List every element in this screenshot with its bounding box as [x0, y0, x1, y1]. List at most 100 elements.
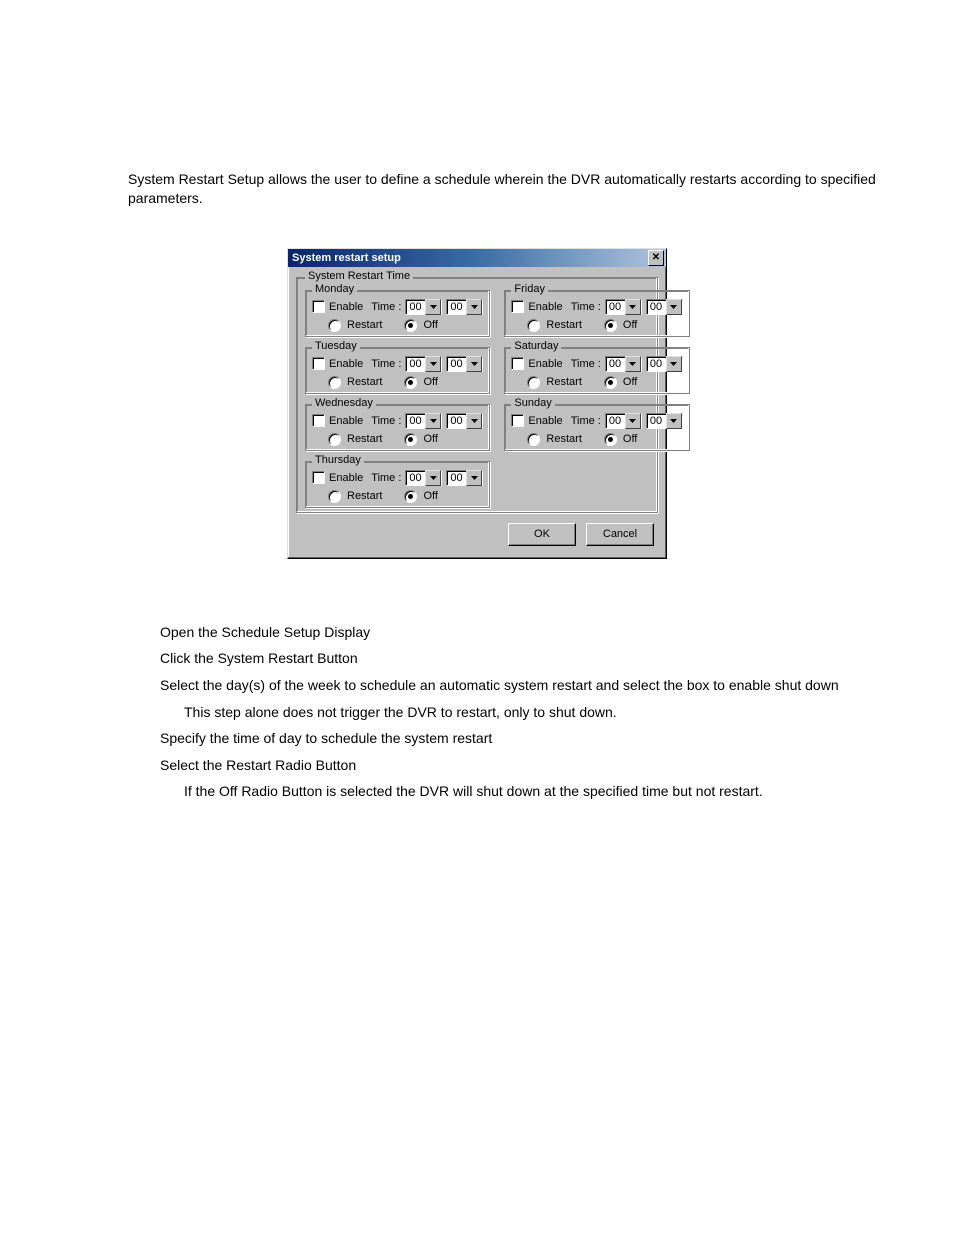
restart-label: Restart — [347, 433, 382, 445]
instruction-step: Open the Schedule Setup Display — [160, 619, 926, 646]
restart-label: Restart — [546, 433, 581, 445]
instruction-substep: This step alone does not trigger the DVR… — [160, 699, 926, 726]
day-legend: Friday — [511, 283, 548, 295]
chevron-down-icon — [425, 470, 441, 486]
restart-radio-wednesday[interactable] — [328, 433, 341, 446]
instruction-step: Click the System Restart Button — [160, 645, 926, 672]
hour-value: 00 — [609, 357, 623, 371]
off-radio-wednesday[interactable] — [404, 433, 417, 446]
hour-select-monday[interactable]: 00 — [405, 299, 442, 315]
day-legend: Thursday — [312, 454, 364, 466]
minute-select-tuesday[interactable]: 00 — [446, 356, 483, 372]
off-radio-thursday[interactable] — [404, 490, 417, 503]
restart-radio-sunday[interactable] — [527, 433, 540, 446]
ok-label: OK — [534, 528, 550, 540]
chevron-down-icon — [666, 413, 682, 429]
day-legend: Sunday — [511, 397, 554, 409]
enable-checkbox-monday[interactable] — [312, 300, 325, 313]
cancel-button[interactable]: Cancel — [586, 523, 654, 546]
hour-select-tuesday[interactable]: 00 — [405, 356, 442, 372]
enable-label: Enable — [528, 415, 562, 427]
minute-value: 00 — [650, 300, 664, 314]
chevron-down-icon — [425, 299, 441, 315]
enable-checkbox-sunday[interactable] — [511, 414, 524, 427]
minute-select-thursday[interactable]: 00 — [446, 470, 483, 486]
day-group-friday: Friday Enable Time : 00 00 — [504, 290, 689, 337]
off-label: Off — [423, 490, 437, 502]
hour-select-thursday[interactable]: 00 — [405, 470, 442, 486]
off-radio-monday[interactable] — [404, 319, 417, 332]
hour-value: 00 — [609, 300, 623, 314]
chevron-down-icon — [666, 356, 682, 372]
chevron-down-icon — [466, 299, 482, 315]
instruction-step: Specify the time of day to schedule the … — [160, 725, 926, 752]
restart-radio-monday[interactable] — [328, 319, 341, 332]
day-group-saturday: Saturday Enable Time : 00 00 — [504, 347, 689, 394]
chevron-down-icon — [625, 299, 641, 315]
restart-label: Restart — [347, 490, 382, 502]
minute-select-monday[interactable]: 00 — [446, 299, 483, 315]
time-label: Time : — [571, 415, 601, 427]
minute-select-saturday[interactable]: 00 — [646, 356, 683, 372]
time-label: Time : — [371, 472, 401, 484]
instruction-step: Select the Restart Radio Button — [160, 752, 926, 779]
minute-select-wednesday[interactable]: 00 — [446, 413, 483, 429]
chevron-down-icon — [466, 470, 482, 486]
enable-label: Enable — [528, 358, 562, 370]
titlebar: System restart setup ✕ — [288, 249, 666, 267]
off-label: Off — [423, 433, 437, 445]
chevron-down-icon — [666, 299, 682, 315]
instruction-step: Select the day(s) of the week to schedul… — [160, 672, 926, 699]
system-restart-dialog: System restart setup ✕ System Restart Ti… — [287, 248, 667, 559]
restart-radio-saturday[interactable] — [527, 376, 540, 389]
chevron-down-icon — [625, 356, 641, 372]
enable-checkbox-friday[interactable] — [511, 300, 524, 313]
restart-radio-tuesday[interactable] — [328, 376, 341, 389]
hour-value: 00 — [409, 414, 423, 428]
enable-checkbox-thursday[interactable] — [312, 471, 325, 484]
day-legend: Saturday — [511, 340, 561, 352]
off-radio-saturday[interactable] — [604, 376, 617, 389]
day-legend: Monday — [312, 283, 357, 295]
hour-select-wednesday[interactable]: 00 — [405, 413, 442, 429]
restart-time-group: System Restart Time Monday Enable Time :… — [296, 277, 658, 513]
off-label: Off — [623, 376, 637, 388]
time-label: Time : — [371, 415, 401, 427]
instructions-block: Open the Schedule Setup Display Click th… — [0, 619, 954, 805]
hour-value: 00 — [609, 414, 623, 428]
off-radio-friday[interactable] — [604, 319, 617, 332]
restart-radio-friday[interactable] — [527, 319, 540, 332]
chevron-down-icon — [466, 413, 482, 429]
hour-value: 00 — [409, 357, 423, 371]
hour-select-saturday[interactable]: 00 — [605, 356, 642, 372]
minute-value: 00 — [450, 471, 464, 485]
day-group-sunday: Sunday Enable Time : 00 00 — [504, 404, 689, 451]
ok-button[interactable]: OK — [508, 523, 576, 546]
minute-select-sunday[interactable]: 00 — [646, 413, 683, 429]
off-label: Off — [623, 433, 637, 445]
dialog-title: System restart setup — [292, 252, 401, 264]
enable-checkbox-tuesday[interactable] — [312, 357, 325, 370]
chevron-down-icon — [425, 413, 441, 429]
hour-select-sunday[interactable]: 00 — [605, 413, 642, 429]
restart-radio-thursday[interactable] — [328, 490, 341, 503]
off-label: Off — [423, 376, 437, 388]
restart-label: Restart — [347, 319, 382, 331]
off-radio-tuesday[interactable] — [404, 376, 417, 389]
minute-value: 00 — [650, 357, 664, 371]
time-label: Time : — [571, 358, 601, 370]
cancel-label: Cancel — [603, 528, 637, 540]
enable-label: Enable — [329, 301, 363, 313]
restart-label: Restart — [546, 376, 581, 388]
chevron-down-icon — [425, 356, 441, 372]
minute-select-friday[interactable]: 00 — [646, 299, 683, 315]
off-radio-sunday[interactable] — [604, 433, 617, 446]
day-group-monday: Monday Enable Time : 00 00 — [305, 290, 490, 337]
enable-checkbox-wednesday[interactable] — [312, 414, 325, 427]
group-legend: System Restart Time — [305, 270, 413, 282]
hour-select-friday[interactable]: 00 — [605, 299, 642, 315]
off-label: Off — [623, 319, 637, 331]
close-button[interactable]: ✕ — [648, 250, 664, 266]
restart-label: Restart — [347, 376, 382, 388]
enable-checkbox-saturday[interactable] — [511, 357, 524, 370]
